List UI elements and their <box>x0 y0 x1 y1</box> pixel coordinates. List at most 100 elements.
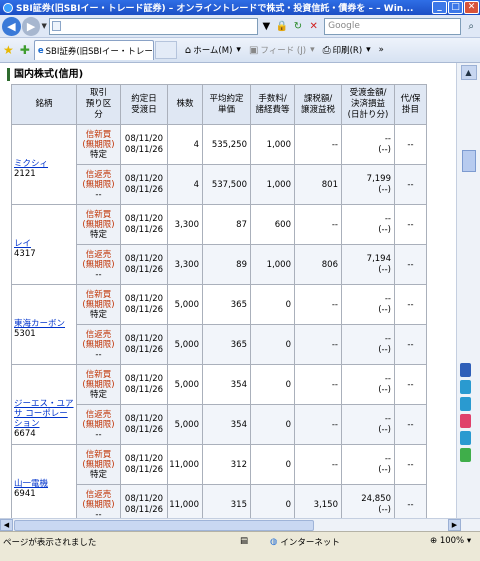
fee-cell: 600 <box>250 204 295 245</box>
back-button[interactable]: ◀ <box>2 16 21 36</box>
search-input[interactable]: Google <box>324 17 462 35</box>
date-cell: 08/11/20 08/11/26 <box>120 164 168 205</box>
stock-name-link[interactable]: ミクシィ <box>14 159 74 169</box>
tax-cell: 3,150 <box>294 484 342 518</box>
tax-cell: -- <box>294 284 342 325</box>
popup-blocker-icon[interactable]: ▤ <box>240 536 248 546</box>
minimize-button[interactable]: _ <box>432 1 447 14</box>
stock-name-link[interactable]: レイ <box>14 239 74 249</box>
margin-trade-table: 銘柄 取引 預り区分約定日 受渡日 株数 平均約定 単価 手数料/諸経費等 課税額/譲渡益税 受渡… <box>11 84 427 518</box>
page-content: 国内株式(信用) 銘柄 取引 預り区分約定日 受渡日 株数 平均約定 単価 手数料/諸経費等課… <box>0 63 456 518</box>
price-cell: 354 <box>202 364 251 405</box>
side-widget-icon[interactable] <box>460 414 471 428</box>
column-header-tax: 課税額/譲渡益税 <box>294 84 342 125</box>
trade-type-cell: 信返売 (無期限) -- <box>76 244 121 285</box>
table-row: 山一電機 6941 信新買 (無期限) 特定 08/11/20 08/11/26 11,000… <box>11 444 427 518</box>
column-header-fee: 手数料/諸経費等 <box>250 84 295 125</box>
trade-type-cell: 信新買 (無期限) 特定 <box>76 284 121 325</box>
search-icon[interactable]: ⌕ <box>462 18 480 35</box>
margin-cell: -- <box>394 244 427 285</box>
quantity-cell: 3,300 <box>167 204 203 245</box>
stock-name-link[interactable]: 東海カーボン <box>14 319 74 329</box>
side-widget-icon[interactable] <box>460 448 471 462</box>
history-dropdown-icon[interactable]: ▼ <box>41 22 46 30</box>
scroll-up-icon[interactable]: ▲ <box>460 65 477 80</box>
side-widget-icon[interactable] <box>460 380 471 394</box>
address-bar: ◀ ▶ ▼ ▼ 🔒 ↻ ✕ Google ⌕ <box>0 15 480 38</box>
zoom-level[interactable]: ⊕ 100% ▾ <box>430 536 471 546</box>
date-cell: 08/11/20 08/11/26 <box>120 324 168 365</box>
home-button[interactable]: ⌂ ホーム(M) ▾ <box>184 44 241 57</box>
refresh-button[interactable]: ↻ <box>291 18 306 35</box>
fee-cell: 0 <box>250 404 295 445</box>
amount-cell: 7,199 (--) <box>341 164 395 205</box>
table-row: 東海カーボン 5301 信新買 (無期限) 特定 08/11/20 08/11/26 5,00… <box>11 284 427 365</box>
tab-page-icon: e <box>37 45 44 56</box>
stock-cell: ミクシィ 2121 <box>11 124 77 205</box>
stock-code: 6941 <box>14 489 36 499</box>
margin-cell: -- <box>394 444 427 485</box>
add-favorite-icon[interactable]: ✚ <box>20 43 30 57</box>
side-widget-icon[interactable] <box>460 397 471 411</box>
fee-cell: 0 <box>250 284 295 325</box>
vertical-scroll-thumb[interactable] <box>461 150 476 172</box>
date-cell: 08/11/20 08/11/26 <box>120 404 168 445</box>
amount-cell: -- (--) <box>341 124 395 165</box>
favorites-star-icon[interactable]: ★ <box>3 43 14 57</box>
scroll-left-icon[interactable]: ◀ <box>0 519 13 531</box>
margin-cell: -- <box>394 364 427 405</box>
address-dropdown-icon[interactable]: ▼ <box>259 18 274 35</box>
tax-cell: 806 <box>294 244 342 285</box>
side-widget-icon[interactable] <box>460 363 471 377</box>
column-header-price: 平均約定 単価 <box>202 84 251 125</box>
price-cell: 365 <box>202 284 251 325</box>
date-cell: 08/11/20 08/11/26 <box>120 244 168 285</box>
tab-bar: ★ ✚ e SBI証券(旧SBIイー・トレー... ⌂ ホーム(M) ▾ ▣ フィード… <box>0 38 480 63</box>
side-widget-icon[interactable] <box>460 431 471 445</box>
date-cell: 08/11/20 08/11/26 <box>120 284 168 325</box>
amount-cell: -- (--) <box>341 284 395 325</box>
maximize-button[interactable]: □ <box>448 1 463 14</box>
scroll-right-icon[interactable]: ▶ <box>448 519 461 531</box>
table-row: ミクシィ 2121 信新買 (無期限) 特定 08/11/20 08/11/26 4 535,2… <box>11 124 427 205</box>
quantity-cell: 3,300 <box>167 244 203 285</box>
quantity-cell: 11,000 <box>167 484 203 518</box>
close-window-button[interactable]: ✕ <box>464 1 479 14</box>
print-button[interactable]: ⎙ 印刷(R) ▾ <box>323 44 371 57</box>
status-text: ページが表示されました <box>3 538 97 548</box>
security-zone[interactable]: ◍ インターネット <box>270 536 410 548</box>
vertical-scrollbar[interactable]: ▲ <box>456 63 480 518</box>
trade-type-cell: 信返売 (無期限) -- <box>76 484 121 518</box>
date-cell: 08/11/20 08/11/26 <box>120 364 168 405</box>
lock-icon[interactable]: 🔒 <box>275 18 290 35</box>
horizontal-scroll-thumb[interactable] <box>14 519 314 531</box>
horizontal-scrollbar[interactable]: ◀ ▶ <box>0 518 480 531</box>
tab-sbi[interactable]: e SBI証券(旧SBIイー・トレー... <box>33 40 154 60</box>
new-tab-button[interactable] <box>154 41 177 59</box>
fee-cell: 0 <box>250 484 295 518</box>
stop-button[interactable]: ✕ <box>306 18 321 35</box>
rss-icon: ▣ <box>248 44 259 56</box>
stock-cell: レイ 4317 <box>11 204 77 285</box>
url-input[interactable] <box>48 17 258 35</box>
quantity-cell: 5,000 <box>167 324 203 365</box>
column-header-date: 約定日 受渡日 <box>120 84 168 125</box>
title-bar: SBI証券(旧SBIイー・トレード証券) – オンライントレードで株式・投資信託… <box>0 0 480 15</box>
tax-cell: -- <box>294 404 342 445</box>
stock-name-link[interactable]: ジーエス・ユアサ コーポレーション <box>14 399 74 429</box>
forward-button[interactable]: ▶ <box>21 16 41 36</box>
margin-cell: -- <box>394 404 427 445</box>
trade-type-cell: 信返売 (無期限) -- <box>76 404 121 445</box>
more-commands-icon[interactable]: » <box>379 45 384 55</box>
feeds-button[interactable]: ▣ フィード (J) ▾ <box>248 44 315 57</box>
side-widgets <box>460 363 471 462</box>
date-cell: 08/11/20 08/11/26 <box>120 204 168 245</box>
fee-cell: 1,000 <box>250 124 295 165</box>
amount-cell: -- (--) <box>341 364 395 405</box>
zoom-icon: ⊕ <box>430 536 438 546</box>
stock-code: 4317 <box>14 249 36 259</box>
page-title: 国内株式(信用) <box>7 68 83 81</box>
home-icon: ⌂ <box>184 44 192 56</box>
column-header-qty: 株数 <box>167 84 203 125</box>
stock-name-link[interactable]: 山一電機 <box>14 479 74 489</box>
